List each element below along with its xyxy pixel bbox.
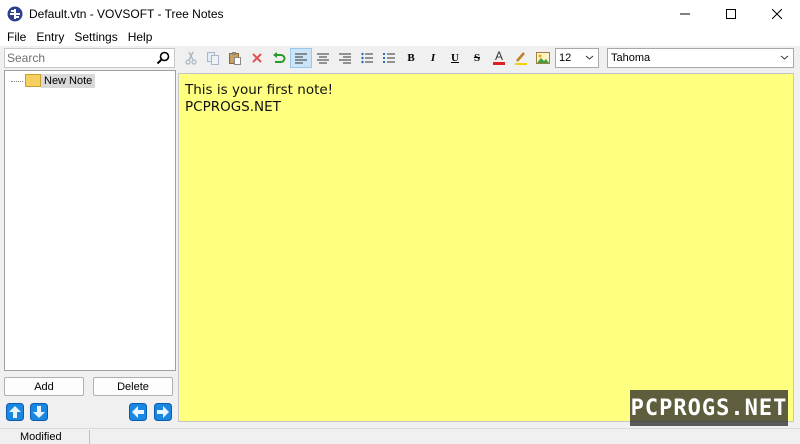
- editor-content[interactable]: This is your first note! PCPROGS.NET: [185, 82, 333, 116]
- menu-help[interactable]: Help: [123, 30, 158, 44]
- tree-node-label: New Note: [41, 73, 96, 88]
- font-family-select[interactable]: Tahoma: [607, 48, 794, 68]
- move-down-button[interactable]: [29, 402, 49, 422]
- font-color-icon: A: [494, 49, 503, 63]
- align-center-button[interactable]: [312, 48, 334, 68]
- copy-button[interactable]: [202, 48, 224, 68]
- maximize-icon: [726, 9, 736, 19]
- move-right-button[interactable]: [153, 402, 173, 422]
- close-button[interactable]: [754, 0, 800, 28]
- note-editor[interactable]: This is your first note! PCPROGS.NET: [178, 73, 794, 422]
- italic-button[interactable]: I: [422, 48, 444, 68]
- underline-icon: U: [451, 52, 459, 64]
- editor-scrollbar[interactable]: [779, 74, 793, 421]
- search-box: [4, 48, 175, 68]
- arrow-left-icon: [129, 403, 147, 421]
- undo-icon: [273, 52, 286, 63]
- delete-icon: [252, 53, 262, 63]
- bold-button[interactable]: B: [400, 48, 422, 68]
- window-controls: [662, 0, 800, 28]
- highlight-button[interactable]: [510, 48, 532, 68]
- maximize-button[interactable]: [708, 0, 754, 28]
- note-icon: [25, 74, 41, 87]
- highlight-icon: [515, 52, 527, 65]
- copy-icon: [207, 52, 219, 65]
- paste-icon: [229, 52, 241, 65]
- cut-icon: [185, 51, 197, 65]
- status-bar: Modified: [0, 428, 800, 444]
- menu-file[interactable]: File: [2, 30, 31, 44]
- tree-node[interactable]: New Note: [11, 73, 96, 88]
- app-window: Default.vtn - VOVSOFT - Tree Notes File …: [0, 0, 800, 444]
- undo-button[interactable]: [268, 48, 290, 68]
- bullet-list-icon: [361, 52, 373, 64]
- bullet-list-button[interactable]: [356, 48, 378, 68]
- menu-bar: File Entry Settings Help: [0, 28, 800, 46]
- minimize-button[interactable]: [662, 0, 708, 28]
- insert-image-button[interactable]: [532, 48, 554, 68]
- minimize-icon: [680, 13, 690, 15]
- status-text: Modified: [4, 430, 90, 444]
- numbered-list-button[interactable]: [378, 48, 400, 68]
- add-button-label: Add: [34, 380, 54, 393]
- align-left-button[interactable]: [290, 48, 312, 68]
- arrow-down-icon: [30, 403, 48, 421]
- align-left-icon: [295, 53, 307, 64]
- format-toolbar: B I U S A: [180, 48, 554, 68]
- delete-note-button[interactable]: Delete: [93, 377, 173, 396]
- font-size-select[interactable]: 12: [555, 48, 599, 68]
- align-center-icon: [317, 53, 329, 64]
- search-input[interactable]: [5, 51, 155, 65]
- editor-line: This is your first note!: [185, 82, 334, 98]
- paste-button[interactable]: [224, 48, 246, 68]
- numbered-list-icon: [383, 53, 395, 63]
- chevron-down-icon: [585, 55, 594, 60]
- window-title: Default.vtn - VOVSOFT - Tree Notes: [29, 7, 224, 21]
- watermark: PCPROGS.NET: [630, 390, 788, 426]
- insert-image-icon: [536, 52, 550, 64]
- toolbar: B I U S A: [0, 46, 800, 70]
- strikethrough-button[interactable]: S: [466, 48, 488, 68]
- search-icon[interactable]: [156, 51, 170, 65]
- delete-button-label: Delete: [117, 380, 149, 393]
- menu-settings[interactable]: Settings: [69, 30, 122, 44]
- arrow-up-icon: [6, 403, 24, 421]
- font-family-value: Tahoma: [611, 52, 651, 64]
- align-right-icon: [339, 53, 351, 64]
- chevron-down-icon: [780, 55, 789, 60]
- underline-button[interactable]: U: [444, 48, 466, 68]
- bold-icon: B: [407, 52, 415, 64]
- font-color-swatch: [493, 62, 505, 65]
- delete-button[interactable]: [246, 48, 268, 68]
- arrow-right-icon: [154, 403, 172, 421]
- editor-line: PCPROGS.NET: [185, 99, 281, 115]
- tree-connector: [11, 80, 23, 82]
- cut-button[interactable]: [180, 48, 202, 68]
- move-left-button[interactable]: [128, 402, 148, 422]
- note-tree[interactable]: New Note: [4, 70, 176, 371]
- title-bar: Default.vtn - VOVSOFT - Tree Notes: [0, 0, 800, 28]
- italic-icon: I: [430, 52, 436, 64]
- menu-entry[interactable]: Entry: [31, 30, 69, 44]
- move-up-button[interactable]: [5, 402, 25, 422]
- font-size-value: 12: [559, 52, 572, 64]
- app-icon: [7, 6, 23, 22]
- add-button[interactable]: Add: [4, 377, 84, 396]
- strikethrough-icon: S: [473, 52, 481, 64]
- close-icon: [772, 9, 782, 19]
- align-right-button[interactable]: [334, 48, 356, 68]
- font-color-button[interactable]: A: [488, 48, 510, 68]
